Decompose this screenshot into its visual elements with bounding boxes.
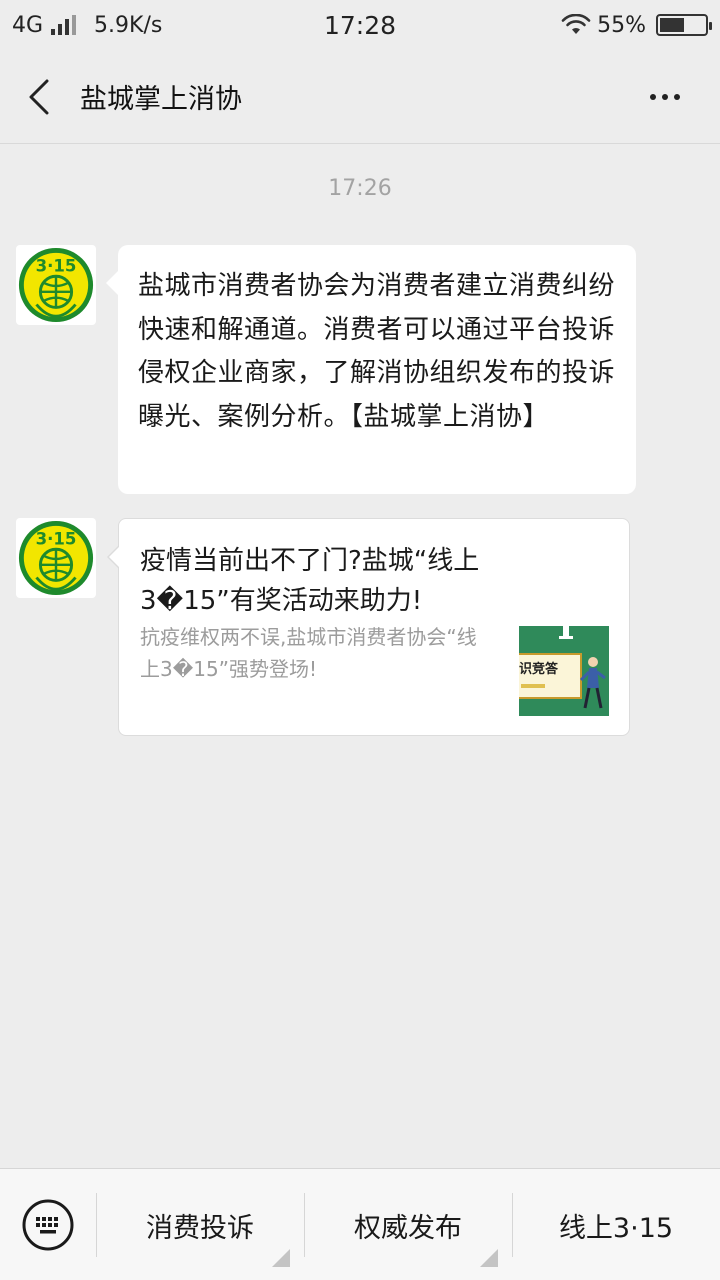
divider — [96, 1193, 97, 1257]
menu-label: 消费投诉 — [146, 1212, 254, 1244]
menu-official-release[interactable]: 权威发布 — [304, 1169, 512, 1280]
battery-level — [660, 18, 685, 32]
network-speed: 5.9K/s — [94, 12, 163, 38]
back-button[interactable] — [4, 50, 74, 144]
svg-text:3·15: 3·15 — [36, 529, 77, 548]
status-left: 4G 5.9K/s — [12, 13, 162, 38]
svg-text:3·15: 3·15 — [36, 256, 77, 275]
message-text: 盐城市消费者协会为消费者建立消费纠纷快速和解通道。消费者可以通过平台投诉侵权企业… — [138, 271, 616, 432]
keyboard-toggle-button[interactable] — [0, 1169, 96, 1280]
network-type: 4G — [12, 12, 44, 38]
message-timestamp: 17:26 — [328, 176, 392, 201]
status-right: 55% — [561, 12, 712, 38]
consumer-315-logo-icon: 3·15 — [18, 520, 94, 596]
account-avatar[interactable]: 3·15 — [16, 245, 96, 325]
back-arrow-icon — [29, 79, 49, 114]
more-icon — [650, 94, 656, 100]
battery-icon — [656, 14, 712, 36]
menu-label: 线上3·15 — [558, 1212, 674, 1244]
svg-text:识竞答: 识竞答 — [519, 661, 559, 677]
title-bar: 盐城掌上消协 — [0, 50, 720, 144]
text-message-bubble[interactable]: 盐城市消费者协会为消费者建立消费纠纷快速和解通道。消费者可以通过平台投诉侵权企业… — [106, 245, 636, 494]
status-bar: 4G 5.9K/s 17:28 55% — [0, 0, 720, 50]
consumer-315-logo-icon: 3·15 — [18, 247, 94, 323]
article-description: 抗疫维权两不误,盐城市消费者协会“线上3�15”强势登场! — [140, 625, 477, 681]
wifi-icon — [561, 14, 591, 34]
article-title: 疫情当前出不了门?盐城“线上3�15”有奖活动来助力! — [140, 546, 480, 616]
article-card[interactable]: 疫情当前出不了门?盐城“线上3�15”有奖活动来助力! 抗疫维权两不误,盐城市消… — [107, 518, 630, 736]
menu-consumer-complaint[interactable]: 消费投诉 — [96, 1169, 304, 1280]
keyboard-icon — [22, 1199, 74, 1251]
submenu-indicator-icon — [272, 1249, 290, 1267]
article-thumbnail-image-icon: 识竞答 — [519, 626, 609, 716]
account-avatar[interactable]: 3·15 — [16, 518, 96, 598]
signal-icon — [51, 15, 77, 35]
menu-online-315[interactable]: 线上3·15 — [512, 1169, 720, 1280]
page-title: 盐城掌上消协 — [80, 84, 242, 115]
divider — [304, 1193, 305, 1257]
divider — [512, 1193, 513, 1257]
battery-percent: 55% — [597, 12, 646, 38]
more-button[interactable] — [640, 80, 690, 114]
bottom-menu: 消费投诉 权威发布 线上3·15 — [0, 1168, 720, 1280]
submenu-indicator-icon — [480, 1249, 498, 1267]
menu-label: 权威发布 — [354, 1212, 462, 1244]
article-thumbnail: 识竞答 — [519, 626, 609, 716]
